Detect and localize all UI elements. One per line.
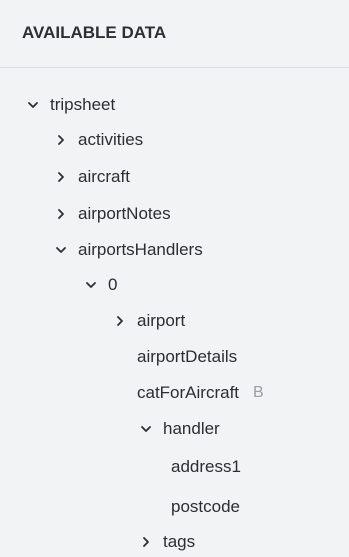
- chevron-right-icon[interactable]: [137, 530, 155, 554]
- tree-node-label: aircraft: [78, 167, 130, 186]
- tree-node-label: airportNotes: [78, 204, 171, 223]
- chevron-down-icon[interactable]: [52, 238, 70, 262]
- chevron-down-icon[interactable]: [137, 417, 155, 441]
- chevron-down-icon[interactable]: [24, 93, 42, 117]
- tree-node-0[interactable]: 0: [82, 273, 117, 297]
- tree-node-label: catForAircraft: [137, 383, 240, 402]
- tree-node-label: 0: [108, 275, 118, 294]
- chevron-right-icon[interactable]: [111, 309, 129, 333]
- tree-node-label: tripsheet: [50, 95, 116, 114]
- tree-node-tags[interactable]: tags: [137, 530, 195, 554]
- available-data-panel: AVAILABLE DATA tripsheet activities airc…: [0, 0, 349, 557]
- chevron-right-icon[interactable]: [52, 202, 70, 226]
- tree-node-catforaircraft[interactable]: catForAircraft B: [137, 381, 264, 405]
- tree-node-label: handler: [163, 419, 220, 438]
- tree-node-airportdetails[interactable]: airportDetails: [137, 345, 237, 369]
- tree-node-tripsheet[interactable]: tripsheet: [24, 93, 115, 117]
- type-badge: B: [253, 384, 264, 401]
- tree-node-activities[interactable]: activities: [52, 128, 143, 152]
- tree-node-airportnotes[interactable]: airportNotes: [52, 202, 171, 226]
- chevron-right-icon[interactable]: [52, 165, 70, 189]
- chevron-right-icon[interactable]: [52, 128, 70, 152]
- tree-node-postcode[interactable]: postcode: [171, 495, 240, 519]
- tree-node-airportshandlers[interactable]: airportsHandlers: [52, 238, 203, 262]
- tree-node-label: airportsHandlers: [78, 240, 203, 259]
- tree-node-label: activities: [78, 130, 144, 149]
- tree-node-label: tags: [163, 532, 196, 551]
- tree-node-airport[interactable]: airport: [111, 309, 185, 333]
- tree-node-handler[interactable]: handler: [137, 417, 220, 441]
- tree-node-label: postcode: [171, 497, 240, 516]
- chevron-down-icon[interactable]: [82, 273, 100, 297]
- data-tree: tripsheet activities aircraft airportNot…: [0, 0, 349, 557]
- tree-node-label: address1: [171, 457, 241, 476]
- tree-node-label: airportDetails: [137, 347, 238, 366]
- tree-node-aircraft[interactable]: aircraft: [52, 165, 130, 189]
- tree-node-address1[interactable]: address1: [171, 455, 241, 479]
- tree-node-label: airport: [137, 311, 186, 330]
